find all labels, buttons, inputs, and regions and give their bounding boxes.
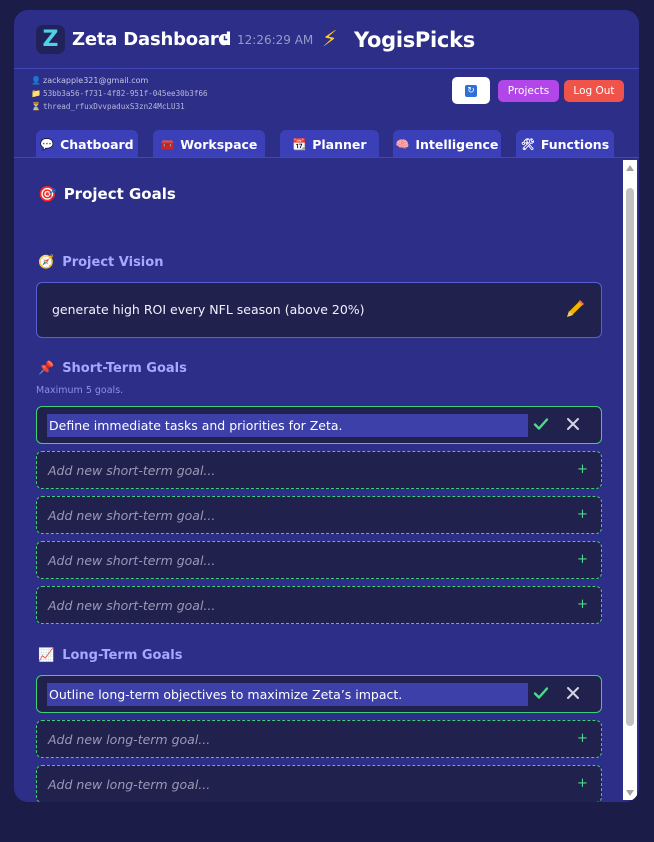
add-short-term-goal[interactable]: Add new short-term goal... + xyxy=(36,541,602,579)
compass-icon: 🧭 xyxy=(38,255,55,270)
tab-functions[interactable]: 🛠 Functions xyxy=(516,130,614,158)
tab-workspace[interactable]: 🧰 Workspace xyxy=(153,130,265,158)
clock-icon xyxy=(218,33,231,46)
short-term-heading-text: Short-Term Goals xyxy=(62,361,187,376)
logout-button[interactable]: Log Out xyxy=(564,80,624,102)
add-short-term-goal[interactable]: Add new short-term goal... + xyxy=(36,451,602,489)
goal-placeholder: Add new long-term goal... xyxy=(48,777,211,792)
projects-button[interactable]: Projects xyxy=(498,80,559,102)
user-email: zackapple321@gmail.com xyxy=(43,76,149,85)
goal-placeholder: Add new long-term goal... xyxy=(48,732,211,747)
user-icon: 👤 xyxy=(31,76,41,85)
vision-heading-text: Project Vision xyxy=(62,255,164,270)
tab-label: Functions xyxy=(540,136,610,152)
long-term-heading-text: Long-Term Goals xyxy=(62,648,183,663)
tab-chatboard[interactable]: 💬 Chatboard xyxy=(36,130,138,158)
goal-placeholder: Add new short-term goal... xyxy=(48,553,216,568)
long-term-goal-input[interactable]: Outline long-term objectives to maximize… xyxy=(36,675,602,713)
tab-label: Intelligence xyxy=(415,136,499,152)
app-logo: Z xyxy=(36,25,65,54)
short-term-hint: Maximum 5 goals. xyxy=(36,385,124,396)
vision-text: generate high ROI every NFL season (abov… xyxy=(52,302,365,317)
vision-box: generate high ROI every NFL season (abov… xyxy=(36,282,602,338)
target-icon: 🎯 xyxy=(38,185,57,203)
refresh-icon: ↻ xyxy=(465,84,477,97)
goal-placeholder: Add new short-term goal... xyxy=(48,598,216,613)
chart-up-icon: 📈 xyxy=(38,648,55,663)
add-long-term-goal[interactable]: Add new long-term goal... + xyxy=(36,765,602,802)
calendar-icon: 📆 xyxy=(292,137,307,151)
plus-icon[interactable]: + xyxy=(577,776,588,791)
tab-label: Chatboard xyxy=(60,136,134,152)
tab-label: Workspace xyxy=(180,136,258,152)
long-term-heading: 📈 Long-Term Goals xyxy=(38,648,182,663)
brain-icon: 🧠 xyxy=(395,137,410,151)
scroll-down-arrow[interactable] xyxy=(626,790,634,796)
chat-icon: 💬 xyxy=(40,137,55,151)
add-short-term-goal[interactable]: Add new short-term goal... + xyxy=(36,586,602,624)
pencil-icon[interactable] xyxy=(563,297,587,321)
tab-label: Planner xyxy=(312,136,367,152)
toolbox-icon: 🧰 xyxy=(160,137,175,151)
close-icon[interactable] xyxy=(565,416,581,432)
scroll-up-arrow[interactable] xyxy=(626,165,634,171)
goal-text[interactable]: Outline long-term objectives to maximize… xyxy=(47,683,528,706)
plus-icon[interactable]: + xyxy=(577,462,588,477)
hourglass-icon: ⏳ xyxy=(31,102,41,111)
scrollbar-thumb[interactable] xyxy=(626,188,634,726)
session-meta: 👤 zackapple321@gmail.com 📁 53bb3a56-f731-4… xyxy=(31,74,208,113)
dashboard-card: Z Zeta Dashboard 12:26:29 AM ⚡ YogisPick… xyxy=(14,10,639,802)
goal-placeholder: Add new short-term goal... xyxy=(48,508,216,523)
clock-time: 12:26:29 AM xyxy=(237,33,314,47)
app-title: Zeta Dashboard xyxy=(72,29,232,50)
goal-placeholder: Add new short-term goal... xyxy=(48,463,216,478)
tab-planner[interactable]: 📆 Planner xyxy=(280,130,379,158)
plus-icon[interactable]: + xyxy=(577,597,588,612)
refresh-button[interactable]: ↻ xyxy=(452,77,490,104)
vision-heading: 🧭 Project Vision xyxy=(38,255,163,270)
page-title-text: Project Goals xyxy=(63,185,176,203)
brand-name: YogisPicks xyxy=(354,28,475,52)
tab-intelligence[interactable]: 🧠 Intelligence xyxy=(393,130,501,158)
folder-icon: 📁 xyxy=(31,89,41,98)
project-id: 53bb3a56-f731-4f82-951f-045ee30b3f66 xyxy=(43,89,208,98)
plus-icon[interactable]: + xyxy=(577,731,588,746)
add-short-term-goal[interactable]: Add new short-term goal... + xyxy=(36,496,602,534)
header-divider xyxy=(14,68,639,69)
close-icon[interactable] xyxy=(565,685,581,701)
short-term-heading: 📌 Short-Term Goals xyxy=(38,361,187,376)
plus-icon[interactable]: + xyxy=(577,507,588,522)
check-icon[interactable] xyxy=(532,415,550,433)
tools-icon: 🛠 xyxy=(520,137,535,151)
short-term-goal-input[interactable]: Define immediate tasks and priorities fo… xyxy=(36,406,602,444)
pushpin-icon: 📌 xyxy=(38,361,55,376)
check-icon[interactable] xyxy=(532,684,550,702)
add-long-term-goal[interactable]: Add new long-term goal... + xyxy=(36,720,602,758)
project-goals-panel: 🎯 Project Goals 🧭 Project Vision generat… xyxy=(14,158,624,802)
page-title: 🎯 Project Goals xyxy=(38,185,176,203)
thread-id: thread_rfuxDvvpaduxS3zn24McLU31 xyxy=(43,102,185,111)
lightning-icon: ⚡ xyxy=(322,27,338,52)
goal-text[interactable]: Define immediate tasks and priorities fo… xyxy=(47,414,528,437)
plus-icon[interactable]: + xyxy=(577,552,588,567)
header: Z Zeta Dashboard 12:26:29 AM ⚡ YogisPick… xyxy=(14,10,639,70)
